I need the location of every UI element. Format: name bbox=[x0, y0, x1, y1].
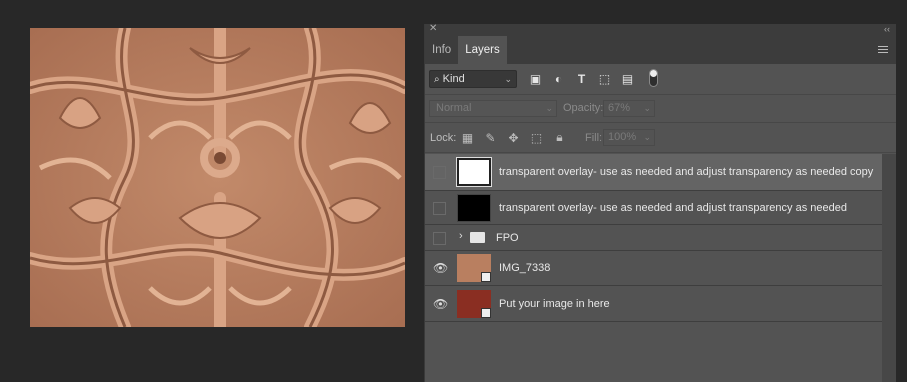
filter-toggle[interactable] bbox=[649, 69, 658, 87]
pixel-layer-filter-icon[interactable]: ▣ bbox=[527, 70, 544, 87]
layers-scrollbar[interactable] bbox=[882, 154, 896, 382]
folder-icon bbox=[470, 232, 485, 243]
collapse-icon[interactable]: ‹‹ bbox=[884, 23, 890, 35]
panel-tabs: Info Layers bbox=[425, 36, 896, 64]
visibility-toggle[interactable] bbox=[433, 166, 446, 179]
layer-name: IMG_7338 bbox=[499, 262, 551, 274]
tab-layers[interactable]: Layers bbox=[458, 36, 507, 64]
chevron-down-icon: ⌄ bbox=[643, 132, 651, 142]
search-icon: ⌕ bbox=[434, 74, 440, 85]
fill-value: 100% bbox=[608, 131, 637, 143]
layer-name: Put your image in here bbox=[499, 298, 610, 310]
opacity-label: Opacity: bbox=[563, 102, 604, 114]
layer-thumbnail bbox=[457, 254, 491, 282]
lock-row: Lock: ▦ ✎ ✥ ⬚ 🔒︎ Fill: 100% ⌄ bbox=[425, 123, 896, 153]
filter-icons: ▣ ◐ T ⬚ ▤ bbox=[527, 70, 636, 87]
layer-row[interactable]: transparent overlay- use as needed and a… bbox=[425, 191, 883, 225]
kind-label: Kind bbox=[442, 73, 465, 85]
opacity-value: 67% bbox=[608, 102, 631, 114]
lock-move-icon[interactable]: ✥ bbox=[506, 130, 521, 145]
lock-label: Lock: bbox=[430, 132, 457, 144]
lock-brush-icon[interactable]: ✎ bbox=[483, 130, 498, 145]
chevron-down-icon: ⌄ bbox=[643, 103, 651, 113]
layer-row[interactable]: 👁︎ Put your image in here bbox=[425, 286, 883, 322]
layers-list: transparent overlay- use as needed and a… bbox=[425, 154, 883, 322]
type-layer-filter-icon[interactable]: T bbox=[573, 70, 590, 87]
lock-all-icon[interactable]: 🔒︎ bbox=[552, 130, 567, 145]
fill-label: Fill: bbox=[585, 132, 603, 144]
layer-row[interactable]: transparent overlay- use as needed and a… bbox=[425, 154, 883, 191]
close-icon[interactable]: ✕ bbox=[429, 23, 437, 35]
tab-info[interactable]: Info bbox=[425, 36, 458, 64]
opacity-input[interactable]: 67% ⌄ bbox=[603, 100, 655, 117]
chevron-right-icon[interactable]: › bbox=[459, 230, 463, 242]
adjustment-layer-filter-icon[interactable]: ◐ bbox=[550, 70, 567, 87]
filter-row: ⌕ Kind ⌄ ▣ ◐ T ⬚ ▤ bbox=[425, 64, 896, 95]
visibility-toggle[interactable] bbox=[433, 232, 446, 245]
layer-group-row[interactable]: › FPO bbox=[425, 225, 883, 251]
shape-layer-filter-icon[interactable]: ⬚ bbox=[596, 70, 613, 87]
chevron-down-icon: ⌄ bbox=[545, 103, 553, 113]
layer-thumbnail bbox=[457, 290, 491, 318]
panel-menu-icon[interactable] bbox=[878, 46, 888, 55]
panel-topbar: ✕ ‹‹ bbox=[425, 23, 896, 36]
layer-thumbnail bbox=[456, 157, 492, 187]
layer-name: FPO bbox=[496, 232, 519, 244]
lock-artboard-icon[interactable]: ⬚ bbox=[529, 130, 544, 145]
blend-mode-value: Normal bbox=[436, 102, 472, 114]
blend-mode-select[interactable]: Normal ⌄ bbox=[429, 100, 557, 117]
chevron-down-icon: ⌄ bbox=[504, 74, 512, 84]
visibility-toggle[interactable] bbox=[433, 202, 446, 215]
kind-filter-select[interactable]: ⌕ Kind ⌄ bbox=[429, 70, 517, 88]
eye-icon[interactable]: 👁︎ bbox=[433, 261, 448, 275]
lock-transparent-icon[interactable]: ▦ bbox=[460, 130, 475, 145]
fill-input[interactable]: 100% ⌄ bbox=[603, 129, 655, 146]
layer-thumbnail bbox=[457, 194, 491, 222]
smart-object-filter-icon[interactable]: ▤ bbox=[619, 70, 636, 87]
canvas-image[interactable] bbox=[30, 28, 405, 327]
lock-icons: ▦ ✎ ✥ ⬚ 🔒︎ bbox=[460, 130, 567, 145]
layer-row[interactable]: 👁︎ IMG_7338 bbox=[425, 251, 883, 286]
layer-name: transparent overlay- use as needed and a… bbox=[499, 202, 847, 214]
eye-icon[interactable]: 👁︎ bbox=[433, 297, 448, 311]
smart-object-icon bbox=[481, 272, 491, 282]
blend-row: Normal ⌄ Opacity: 67% ⌄ bbox=[425, 95, 896, 123]
layers-panel: ✕ ‹‹ Info Layers ⌕ Kind ⌄ ▣ ◐ T ⬚ ▤ Norm… bbox=[424, 23, 896, 382]
smart-object-icon bbox=[481, 308, 491, 318]
layer-name: transparent overlay- use as needed and a… bbox=[499, 166, 874, 178]
